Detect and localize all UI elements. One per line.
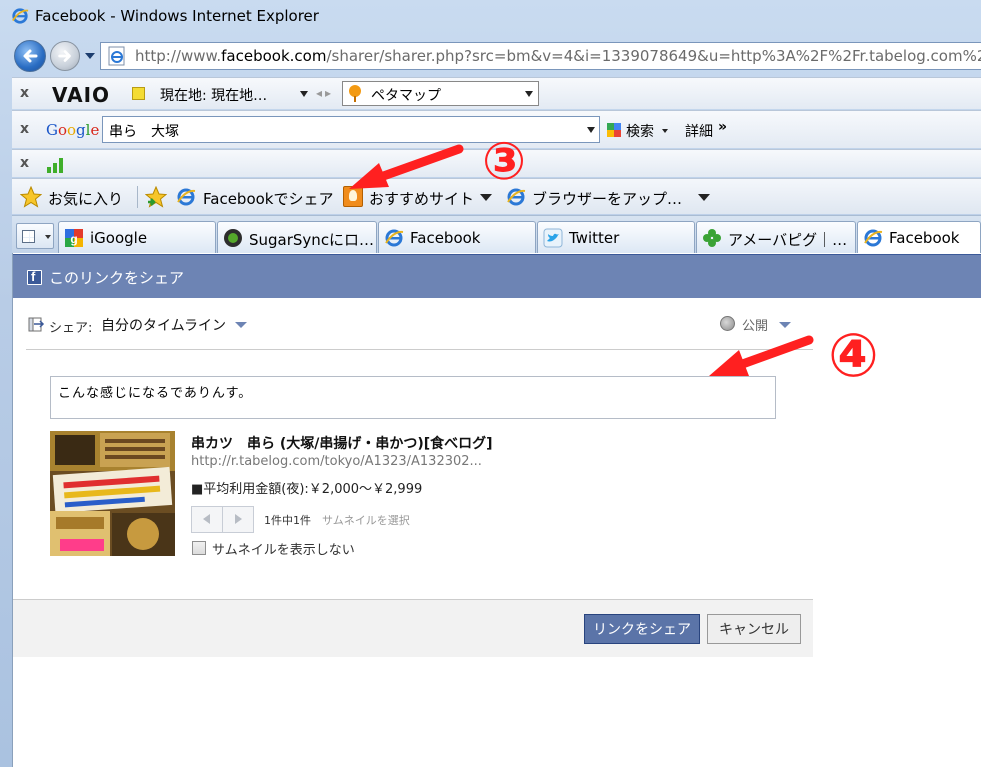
address-bar[interactable]: http://www.facebook.com/sharer/sharer.ph… bbox=[100, 42, 981, 70]
google-search-icon[interactable] bbox=[607, 123, 621, 137]
no-thumbnail-label[interactable]: サムネイルを表示しない bbox=[212, 539, 355, 558]
annotation-arrow-3 bbox=[349, 144, 464, 189]
thumbnail-next-button[interactable] bbox=[223, 507, 254, 532]
annotation-number-4: ④ bbox=[828, 321, 879, 391]
globe-icon bbox=[720, 316, 735, 331]
chevron-left-icon bbox=[203, 514, 210, 524]
tab-label: iGoogle bbox=[90, 229, 148, 247]
thumbnail-prev-button[interactable] bbox=[192, 507, 223, 532]
tab-ameba-pigg[interactable]: アメーバピグ｜… bbox=[696, 221, 856, 254]
cancel-button[interactable]: キャンセル bbox=[707, 614, 801, 644]
chevron-down-icon bbox=[525, 91, 533, 97]
browser-upgrade-button[interactable]: ブラウザーをアップ… bbox=[532, 188, 682, 209]
share-link-button[interactable]: リンクをシェア bbox=[584, 614, 700, 644]
toolbar-divider bbox=[137, 186, 138, 208]
facebook-logo-icon bbox=[27, 269, 42, 285]
no-thumbnail-checkbox[interactable] bbox=[192, 541, 206, 555]
annotation-arrow-4 bbox=[709, 335, 814, 376]
ameba-icon bbox=[703, 229, 721, 247]
annotation-number-3: ③ bbox=[482, 132, 527, 192]
chevron-down-icon[interactable] bbox=[698, 194, 710, 201]
facebook-share-bookmark[interactable]: Facebookでシェア bbox=[203, 188, 333, 209]
search-menu-dropdown-icon[interactable] bbox=[662, 129, 668, 133]
vaio-toolbar: x VAIO 現在地: 現在地… ◂▸ ペタマップ bbox=[12, 77, 981, 109]
link-description: ■平均利用金額(夜):￥2,000～￥2,999 bbox=[191, 482, 423, 497]
sugarsync-icon bbox=[224, 229, 242, 247]
thumbnail-pager bbox=[191, 506, 254, 533]
tab-label: SugarSyncにロ… bbox=[249, 231, 375, 249]
share-to-label: シェア: bbox=[49, 321, 93, 336]
share-dialog-header: このリンクをシェア bbox=[13, 254, 981, 298]
recent-pages-dropdown-icon[interactable] bbox=[85, 53, 95, 59]
forward-button[interactable] bbox=[50, 41, 80, 71]
share-message-input[interactable]: こんな感じになるでありんす。 bbox=[50, 376, 776, 419]
window-title: Facebook - Windows Internet Explorer bbox=[35, 7, 319, 25]
divider bbox=[26, 349, 813, 350]
tab-label: アメーバピグ｜… bbox=[728, 231, 848, 249]
google-search-value: 串ら 大塚 bbox=[109, 124, 179, 140]
thumbnail-count: 1件中1件 bbox=[264, 514, 311, 527]
chevron-down-icon[interactable] bbox=[779, 322, 791, 328]
share-icon bbox=[28, 317, 45, 332]
browser-window: Facebook - Windows Internet Explorer htt… bbox=[0, 0, 981, 767]
location-label[interactable]: 現在地: 現在地… bbox=[160, 85, 267, 105]
link-thumbnail-image bbox=[50, 431, 175, 556]
ie-page-icon bbox=[108, 46, 125, 66]
share-dialog-title: このリンクをシェア bbox=[49, 269, 185, 287]
tab-label: Twitter bbox=[569, 229, 620, 247]
forward-arrow-icon bbox=[58, 50, 71, 62]
share-message-text: こんな感じになるでありんす。 bbox=[58, 386, 253, 401]
petamap-dropdown[interactable]: ペタマップ bbox=[342, 81, 539, 106]
tab-facebook[interactable]: Facebook bbox=[378, 221, 536, 254]
tab-igoogle[interactable]: g iGoogle bbox=[58, 221, 216, 254]
back-arrow-icon bbox=[23, 49, 38, 63]
location-dropdown-icon[interactable] bbox=[300, 91, 308, 97]
link-title: 串カツ 串ら (大塚/串揚げ・串かつ)[食べログ] bbox=[191, 436, 493, 452]
google-search-button[interactable]: 検索 bbox=[626, 121, 654, 141]
chevron-down-icon[interactable] bbox=[587, 127, 595, 133]
vaio-logo: VAIO bbox=[52, 83, 111, 107]
ie-page-icon bbox=[177, 188, 196, 206]
quick-tabs-button[interactable] bbox=[16, 223, 54, 249]
tab-facebook-active[interactable]: Facebook bbox=[857, 221, 981, 254]
toolbar-scroll-icon[interactable]: ◂▸ bbox=[316, 86, 334, 100]
signal-bars-icon bbox=[47, 158, 63, 173]
favorites-button[interactable]: お気に入り bbox=[48, 188, 123, 209]
ie-logo-icon bbox=[12, 8, 29, 24]
address-url[interactable]: http://www.facebook.com/sharer/sharer.ph… bbox=[135, 47, 981, 65]
dialog-footer: リンクをシェア キャンセル bbox=[13, 599, 813, 657]
add-favorite-icon[interactable] bbox=[145, 186, 167, 208]
svg-text:g: g bbox=[70, 232, 77, 246]
link-url: http://r.tabelog.com/tokyo/A1323/A132302… bbox=[191, 454, 482, 469]
quick-tabs-icon bbox=[22, 230, 35, 243]
chevron-right-icon bbox=[235, 514, 242, 524]
chevron-down-icon bbox=[45, 235, 51, 239]
title-bar: Facebook - Windows Internet Explorer bbox=[0, 0, 981, 34]
chevron-down-icon[interactable] bbox=[235, 322, 247, 328]
twitter-icon bbox=[543, 228, 563, 248]
favorites-star-icon[interactable] bbox=[20, 186, 42, 208]
close-toolbar-icon[interactable]: x bbox=[20, 155, 29, 171]
ie-page-icon bbox=[864, 229, 883, 247]
tab-label: Facebook bbox=[889, 229, 960, 247]
location-icon bbox=[132, 87, 145, 100]
choose-thumbnail-label: サムネイルを選択 bbox=[322, 514, 410, 527]
ie-page-icon bbox=[385, 229, 404, 247]
chevron-down-icon[interactable] bbox=[480, 194, 492, 201]
close-toolbar-icon[interactable]: x bbox=[20, 85, 29, 101]
tab-twitter[interactable]: Twitter bbox=[537, 221, 695, 254]
google-logo: Google bbox=[46, 121, 100, 139]
igoogle-icon: g bbox=[65, 229, 83, 247]
page-blank-area bbox=[13, 657, 981, 767]
tab-sugarsync[interactable]: SugarSyncにロ… bbox=[217, 221, 377, 254]
back-button[interactable] bbox=[14, 40, 46, 72]
petamap-label: ペタマップ bbox=[371, 88, 441, 104]
tab-label: Facebook bbox=[410, 229, 481, 247]
double-chevron-icon[interactable]: » bbox=[718, 119, 727, 135]
tab-bar: g iGoogle SugarSyncにロ… Facebook Twitter bbox=[12, 215, 981, 254]
close-toolbar-icon[interactable]: x bbox=[20, 121, 29, 137]
navigation-bar: http://www.facebook.com/sharer/sharer.ph… bbox=[0, 36, 981, 76]
share-target-select[interactable]: 自分のタイムライン bbox=[101, 315, 226, 335]
google-details-button[interactable]: 詳細 bbox=[685, 121, 713, 141]
